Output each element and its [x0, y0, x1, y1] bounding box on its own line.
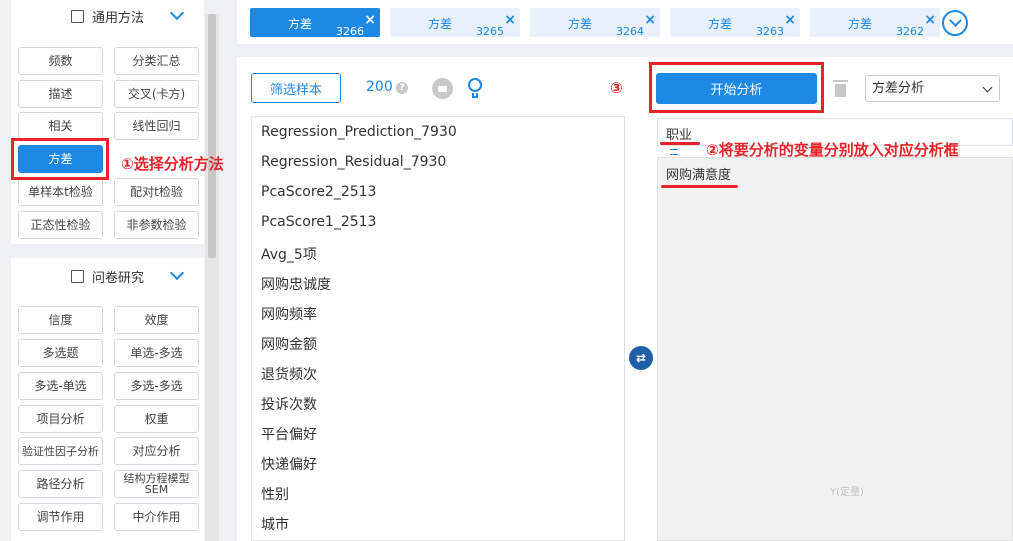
- method-button[interactable]: 频数: [18, 47, 103, 75]
- method-button[interactable]: 线性回归: [114, 112, 199, 140]
- tab-number: 3264: [616, 25, 644, 38]
- variable-item[interactable]: 平台偏好: [261, 424, 317, 444]
- document-icon: [70, 269, 84, 283]
- tab-number: 3266: [336, 25, 364, 38]
- y-variable-item[interactable]: 网购满意度: [666, 164, 731, 183]
- tab-label: 方差: [568, 17, 593, 31]
- annotation-box-method: [11, 138, 109, 180]
- close-icon[interactable]: ×: [504, 12, 516, 28]
- close-icon[interactable]: ×: [644, 12, 656, 28]
- sample-count: 200: [366, 79, 393, 95]
- annotation-underline-x: [660, 142, 700, 145]
- tab-3266[interactable]: 方差 3266 ×: [250, 8, 380, 38]
- method-select[interactable]: 方差分析: [865, 75, 1000, 102]
- tab-label: 方差: [848, 17, 873, 31]
- close-icon[interactable]: ×: [924, 12, 936, 28]
- chevron-down-icon[interactable]: [169, 265, 185, 281]
- folder-icon: [70, 9, 84, 23]
- method-button[interactable]: 多选-单选: [18, 372, 103, 400]
- method-button[interactable]: 路径分析: [18, 470, 103, 498]
- equals-icon: [670, 149, 678, 155]
- more-tabs-icon[interactable]: [942, 10, 968, 36]
- variable-item[interactable]: Regression_Residual_7930: [261, 154, 446, 170]
- method-button[interactable]: 结构方程模型SEM: [114, 470, 199, 498]
- variable-item[interactable]: PcaScore2_2513: [261, 184, 376, 200]
- method-button[interactable]: 权重: [114, 405, 199, 433]
- variable-item[interactable]: 网购金额: [261, 334, 317, 354]
- variable-item[interactable]: 退货频次: [261, 364, 317, 384]
- close-icon[interactable]: ×: [364, 12, 376, 28]
- variable-item[interactable]: 网购忠诚度: [261, 274, 331, 294]
- lightbulb-icon[interactable]: [468, 78, 482, 98]
- annotation-step2: ②将要分析的变量分别放入对应分析框: [706, 141, 959, 159]
- variable-item[interactable]: 城市: [261, 514, 289, 534]
- method-button[interactable]: 单选-多选: [114, 339, 199, 367]
- section-title-questionnaire: 问卷研究: [91, 270, 144, 286]
- method-button[interactable]: 正态性检验: [18, 211, 103, 239]
- annotation-step3: ③: [610, 79, 623, 97]
- y-box-hint: Y(定量): [830, 487, 864, 498]
- tab-number: 3265: [476, 25, 504, 38]
- method-button[interactable]: 中介作用: [114, 503, 199, 531]
- method-button[interactable]: 非参数检验: [114, 211, 199, 239]
- method-button[interactable]: 单样本t检验: [18, 178, 103, 206]
- tab-3265[interactable]: 方差 3265 ×: [390, 8, 520, 38]
- robot-icon[interactable]: [432, 78, 453, 99]
- annotation-underline-y: [661, 185, 738, 188]
- tab-number: 3263: [756, 25, 784, 38]
- help-icon[interactable]: ?: [396, 82, 408, 94]
- variable-item[interactable]: 快递偏好: [261, 454, 317, 474]
- annotation-box-start: [649, 62, 824, 113]
- tab-label: 方差: [428, 17, 453, 31]
- method-button[interactable]: 多选题: [18, 339, 103, 367]
- method-button[interactable]: 相关: [18, 112, 103, 140]
- tab-3263[interactable]: 方差 3263 ×: [670, 8, 800, 38]
- method-button[interactable]: 配对t检验: [114, 178, 199, 206]
- variable-item[interactable]: PcaScore1_2513: [261, 214, 376, 230]
- tab-3264[interactable]: 方差 3264 ×: [530, 8, 660, 38]
- section-header-general[interactable]: 通用方法: [11, 0, 204, 32]
- method-button[interactable]: 效度: [114, 306, 199, 334]
- variable-list[interactable]: Regression_Prediction_7930 Regression_Res…: [251, 116, 625, 541]
- section-header-questionnaire[interactable]: 问卷研究: [11, 258, 204, 294]
- tab-number: 3262: [896, 25, 924, 38]
- scrollbar-thumb[interactable]: [208, 14, 216, 258]
- x-variable-item[interactable]: 职业: [666, 124, 692, 143]
- method-button[interactable]: 对应分析: [114, 437, 199, 465]
- swap-icon[interactable]: ⇄: [629, 346, 653, 370]
- trash-icon[interactable]: [833, 80, 848, 97]
- variable-item[interactable]: 网购频率: [261, 304, 317, 324]
- tab-label: 方差: [288, 17, 313, 31]
- method-button[interactable]: 验证性因子分析: [18, 437, 103, 465]
- tab-label: 方差: [708, 17, 733, 31]
- variable-item[interactable]: Regression_Prediction_7930: [261, 124, 457, 140]
- method-button[interactable]: 交叉(卡方): [114, 80, 199, 108]
- method-button[interactable]: 多选-多选: [114, 372, 199, 400]
- method-button[interactable]: 信度: [18, 306, 103, 334]
- section-title-general: 通用方法: [91, 10, 144, 26]
- method-button[interactable]: 调节作用: [18, 503, 103, 531]
- close-icon[interactable]: ×: [784, 12, 796, 28]
- variable-item[interactable]: Avg_5项: [261, 244, 317, 264]
- method-button[interactable]: 项目分析: [18, 405, 103, 433]
- filter-samples-button[interactable]: 筛选样本: [251, 73, 341, 103]
- method-button[interactable]: 描述: [18, 80, 103, 108]
- annotation-step1: ①选择分析方法: [121, 155, 224, 173]
- chevron-down-icon[interactable]: [169, 5, 185, 21]
- sidebar-scrollbar[interactable]: [205, 14, 219, 541]
- variable-item[interactable]: 性别: [261, 484, 289, 504]
- method-button[interactable]: 分类汇总: [114, 47, 199, 75]
- variable-item[interactable]: 投诉次数: [261, 394, 317, 414]
- tab-3262[interactable]: 方差 3262 ×: [810, 8, 940, 38]
